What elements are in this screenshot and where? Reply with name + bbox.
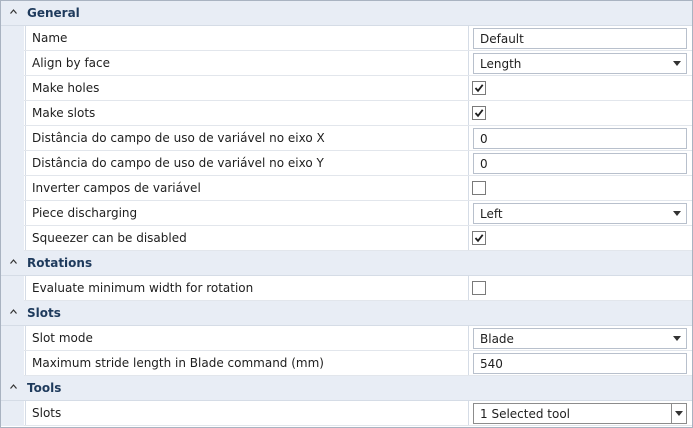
piece-discharging-dropdown[interactable]: Left [473, 203, 687, 224]
category-general[interactable]: General [1, 1, 692, 26]
check-icon [474, 84, 484, 93]
property-label: Slots [32, 406, 62, 420]
category-title: Rotations [27, 256, 93, 270]
property-row-slot-mode: Slot mode Blade [1, 326, 692, 351]
property-row-squeezer: Squeezer can be disabled [1, 226, 692, 251]
property-label: Distância do campo de uso de variável no… [32, 131, 325, 145]
category-title: General [27, 6, 80, 20]
stride-length-input[interactable]: 540 [473, 353, 687, 374]
category-slots[interactable]: Slots [1, 301, 692, 326]
property-row-distx: Distância do campo de uso de variável no… [1, 126, 692, 151]
tool-selector-dropdown[interactable]: 1 Selected tool [473, 403, 687, 424]
chevron-up-icon[interactable] [10, 9, 17, 15]
make-holes-checkbox[interactable] [472, 81, 486, 95]
evaluate-min-width-checkbox[interactable] [472, 281, 486, 295]
property-row-stride: Maximum stride length in Blade command (… [1, 351, 692, 376]
property-grid: General Name Default Align by face Lengt… [0, 0, 693, 428]
property-row-piece: Piece discharging Left [1, 201, 692, 226]
name-input[interactable]: Default [473, 28, 687, 49]
category-rotations[interactable]: Rotations [1, 251, 692, 276]
property-label: Squeezer can be disabled [32, 231, 187, 245]
property-row-name: Name Default [1, 26, 692, 51]
align-by-face-dropdown[interactable]: Length [473, 53, 687, 74]
slot-mode-dropdown[interactable]: Blade [473, 328, 687, 349]
check-icon [474, 234, 484, 243]
dropdown-arrow-icon[interactable] [673, 61, 681, 66]
property-label: Name [32, 31, 68, 45]
property-row-holes: Make holes [1, 76, 692, 101]
property-row-disty: Distância do campo de uso de variável no… [1, 151, 692, 176]
property-row-minwidth: Evaluate minimum width for rotation [1, 276, 692, 301]
property-label: Slot mode [32, 331, 93, 345]
property-label: Maximum stride length in Blade command (… [32, 356, 324, 370]
category-title: Tools [27, 381, 62, 395]
property-label: Distância do campo de uso de variável no… [32, 156, 324, 170]
property-label: Inverter campos de variável [32, 181, 201, 195]
dropdown-arrow-icon[interactable] [675, 411, 683, 416]
make-slots-checkbox[interactable] [472, 106, 486, 120]
property-label: Piece discharging [32, 206, 138, 220]
property-row-tools-slots: Slots 1 Selected tool [1, 401, 692, 426]
property-label: Align by face [32, 56, 111, 70]
distance-y-input[interactable]: 0 [473, 153, 687, 174]
dropdown-arrow-icon[interactable] [673, 336, 681, 341]
squeezer-checkbox[interactable] [472, 231, 486, 245]
check-icon [474, 109, 484, 118]
property-label: Evaluate minimum width for rotation [32, 281, 254, 295]
property-label: Make slots [32, 106, 96, 120]
distance-x-input[interactable]: 0 [473, 128, 687, 149]
dropdown-button[interactable] [671, 404, 686, 423]
invert-fields-checkbox[interactable] [472, 181, 486, 195]
property-row-slots: Make slots [1, 101, 692, 126]
category-tools[interactable]: Tools [1, 376, 692, 401]
chevron-up-icon[interactable] [10, 259, 17, 265]
dropdown-arrow-icon[interactable] [673, 211, 681, 216]
chevron-up-icon[interactable] [10, 309, 17, 315]
property-label: Make holes [32, 81, 100, 95]
property-row-align: Align by face Length [1, 51, 692, 76]
category-title: Slots [27, 306, 61, 320]
chevron-up-icon[interactable] [10, 384, 17, 390]
property-row-invert: Inverter campos de variável [1, 176, 692, 201]
